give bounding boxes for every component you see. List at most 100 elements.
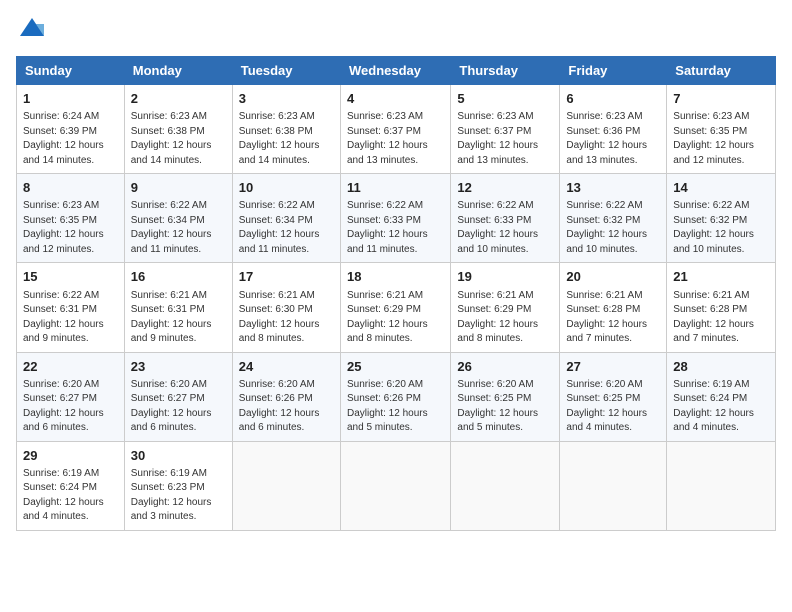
calendar-cell: 24 Sunrise: 6:20 AMSunset: 6:26 PMDaylig… xyxy=(232,352,340,441)
day-number: 15 xyxy=(23,268,118,286)
day-info: Sunrise: 6:20 AMSunset: 6:26 PMDaylight:… xyxy=(239,379,320,434)
day-number: 25 xyxy=(347,358,444,376)
header-tuesday: Tuesday xyxy=(232,57,340,85)
day-info: Sunrise: 6:23 AMSunset: 6:35 PMDaylight:… xyxy=(673,111,754,166)
calendar-cell: 1 Sunrise: 6:24 AMSunset: 6:39 PMDayligh… xyxy=(17,85,125,174)
day-info: Sunrise: 6:22 AMSunset: 6:33 PMDaylight:… xyxy=(457,200,538,255)
day-number: 7 xyxy=(673,90,769,108)
day-number: 2 xyxy=(131,90,226,108)
day-number: 20 xyxy=(566,268,660,286)
calendar-week-row: 1 Sunrise: 6:24 AMSunset: 6:39 PMDayligh… xyxy=(17,85,776,174)
logo-icon xyxy=(18,16,46,44)
calendar-header-row: SundayMondayTuesdayWednesdayThursdayFrid… xyxy=(17,57,776,85)
calendar-cell: 9 Sunrise: 6:22 AMSunset: 6:34 PMDayligh… xyxy=(124,174,232,263)
day-info: Sunrise: 6:21 AMSunset: 6:28 PMDaylight:… xyxy=(566,290,647,345)
day-number: 6 xyxy=(566,90,660,108)
calendar-cell: 23 Sunrise: 6:20 AMSunset: 6:27 PMDaylig… xyxy=(124,352,232,441)
calendar-cell: 12 Sunrise: 6:22 AMSunset: 6:33 PMDaylig… xyxy=(451,174,560,263)
calendar-cell: 14 Sunrise: 6:22 AMSunset: 6:32 PMDaylig… xyxy=(667,174,776,263)
day-number: 21 xyxy=(673,268,769,286)
calendar: SundayMondayTuesdayWednesdayThursdayFrid… xyxy=(16,56,776,531)
day-number: 9 xyxy=(131,179,226,197)
header-wednesday: Wednesday xyxy=(340,57,450,85)
day-number: 19 xyxy=(457,268,553,286)
calendar-cell xyxy=(451,441,560,530)
day-info: Sunrise: 6:22 AMSunset: 6:31 PMDaylight:… xyxy=(23,290,104,345)
header-thursday: Thursday xyxy=(451,57,560,85)
day-info: Sunrise: 6:19 AMSunset: 6:24 PMDaylight:… xyxy=(23,468,104,523)
day-number: 22 xyxy=(23,358,118,376)
day-info: Sunrise: 6:23 AMSunset: 6:37 PMDaylight:… xyxy=(457,111,538,166)
calendar-cell: 18 Sunrise: 6:21 AMSunset: 6:29 PMDaylig… xyxy=(340,263,450,352)
day-info: Sunrise: 6:23 AMSunset: 6:38 PMDaylight:… xyxy=(131,111,212,166)
day-info: Sunrise: 6:24 AMSunset: 6:39 PMDaylight:… xyxy=(23,111,104,166)
day-number: 4 xyxy=(347,90,444,108)
day-number: 29 xyxy=(23,447,118,465)
day-info: Sunrise: 6:21 AMSunset: 6:31 PMDaylight:… xyxy=(131,290,212,345)
header-sunday: Sunday xyxy=(17,57,125,85)
calendar-cell: 29 Sunrise: 6:19 AMSunset: 6:24 PMDaylig… xyxy=(17,441,125,530)
day-info: Sunrise: 6:23 AMSunset: 6:37 PMDaylight:… xyxy=(347,111,428,166)
calendar-cell: 22 Sunrise: 6:20 AMSunset: 6:27 PMDaylig… xyxy=(17,352,125,441)
day-info: Sunrise: 6:19 AMSunset: 6:23 PMDaylight:… xyxy=(131,468,212,523)
day-number: 23 xyxy=(131,358,226,376)
day-info: Sunrise: 6:23 AMSunset: 6:38 PMDaylight:… xyxy=(239,111,320,166)
day-info: Sunrise: 6:21 AMSunset: 6:29 PMDaylight:… xyxy=(457,290,538,345)
calendar-cell: 25 Sunrise: 6:20 AMSunset: 6:26 PMDaylig… xyxy=(340,352,450,441)
calendar-cell: 2 Sunrise: 6:23 AMSunset: 6:38 PMDayligh… xyxy=(124,85,232,174)
calendar-cell: 15 Sunrise: 6:22 AMSunset: 6:31 PMDaylig… xyxy=(17,263,125,352)
calendar-cell: 26 Sunrise: 6:20 AMSunset: 6:25 PMDaylig… xyxy=(451,352,560,441)
calendar-cell: 19 Sunrise: 6:21 AMSunset: 6:29 PMDaylig… xyxy=(451,263,560,352)
day-info: Sunrise: 6:21 AMSunset: 6:28 PMDaylight:… xyxy=(673,290,754,345)
day-number: 1 xyxy=(23,90,118,108)
calendar-cell: 5 Sunrise: 6:23 AMSunset: 6:37 PMDayligh… xyxy=(451,85,560,174)
calendar-week-row: 8 Sunrise: 6:23 AMSunset: 6:35 PMDayligh… xyxy=(17,174,776,263)
day-info: Sunrise: 6:22 AMSunset: 6:32 PMDaylight:… xyxy=(673,200,754,255)
day-number: 17 xyxy=(239,268,334,286)
day-number: 12 xyxy=(457,179,553,197)
calendar-cell: 3 Sunrise: 6:23 AMSunset: 6:38 PMDayligh… xyxy=(232,85,340,174)
calendar-cell: 20 Sunrise: 6:21 AMSunset: 6:28 PMDaylig… xyxy=(560,263,667,352)
day-info: Sunrise: 6:23 AMSunset: 6:36 PMDaylight:… xyxy=(566,111,647,166)
calendar-cell: 7 Sunrise: 6:23 AMSunset: 6:35 PMDayligh… xyxy=(667,85,776,174)
day-info: Sunrise: 6:20 AMSunset: 6:25 PMDaylight:… xyxy=(566,379,647,434)
day-info: Sunrise: 6:20 AMSunset: 6:27 PMDaylight:… xyxy=(131,379,212,434)
day-number: 30 xyxy=(131,447,226,465)
header-monday: Monday xyxy=(124,57,232,85)
day-info: Sunrise: 6:20 AMSunset: 6:26 PMDaylight:… xyxy=(347,379,428,434)
calendar-cell: 13 Sunrise: 6:22 AMSunset: 6:32 PMDaylig… xyxy=(560,174,667,263)
calendar-cell: 10 Sunrise: 6:22 AMSunset: 6:34 PMDaylig… xyxy=(232,174,340,263)
day-number: 10 xyxy=(239,179,334,197)
day-info: Sunrise: 6:23 AMSunset: 6:35 PMDaylight:… xyxy=(23,200,104,255)
day-number: 28 xyxy=(673,358,769,376)
day-number: 27 xyxy=(566,358,660,376)
calendar-cell: 11 Sunrise: 6:22 AMSunset: 6:33 PMDaylig… xyxy=(340,174,450,263)
calendar-cell: 17 Sunrise: 6:21 AMSunset: 6:30 PMDaylig… xyxy=(232,263,340,352)
calendar-cell: 21 Sunrise: 6:21 AMSunset: 6:28 PMDaylig… xyxy=(667,263,776,352)
day-info: Sunrise: 6:20 AMSunset: 6:27 PMDaylight:… xyxy=(23,379,104,434)
calendar-cell: 27 Sunrise: 6:20 AMSunset: 6:25 PMDaylig… xyxy=(560,352,667,441)
header xyxy=(16,16,776,44)
day-info: Sunrise: 6:21 AMSunset: 6:30 PMDaylight:… xyxy=(239,290,320,345)
calendar-cell: 30 Sunrise: 6:19 AMSunset: 6:23 PMDaylig… xyxy=(124,441,232,530)
calendar-cell: 6 Sunrise: 6:23 AMSunset: 6:36 PMDayligh… xyxy=(560,85,667,174)
day-info: Sunrise: 6:21 AMSunset: 6:29 PMDaylight:… xyxy=(347,290,428,345)
day-number: 8 xyxy=(23,179,118,197)
day-number: 26 xyxy=(457,358,553,376)
header-saturday: Saturday xyxy=(667,57,776,85)
day-info: Sunrise: 6:22 AMSunset: 6:34 PMDaylight:… xyxy=(239,200,320,255)
logo xyxy=(16,16,46,44)
calendar-cell xyxy=(667,441,776,530)
day-info: Sunrise: 6:19 AMSunset: 6:24 PMDaylight:… xyxy=(673,379,754,434)
day-number: 5 xyxy=(457,90,553,108)
calendar-cell xyxy=(340,441,450,530)
calendar-week-row: 29 Sunrise: 6:19 AMSunset: 6:24 PMDaylig… xyxy=(17,441,776,530)
day-number: 18 xyxy=(347,268,444,286)
day-info: Sunrise: 6:22 AMSunset: 6:32 PMDaylight:… xyxy=(566,200,647,255)
day-number: 11 xyxy=(347,179,444,197)
day-number: 24 xyxy=(239,358,334,376)
day-number: 16 xyxy=(131,268,226,286)
day-number: 13 xyxy=(566,179,660,197)
calendar-cell xyxy=(232,441,340,530)
calendar-cell xyxy=(560,441,667,530)
